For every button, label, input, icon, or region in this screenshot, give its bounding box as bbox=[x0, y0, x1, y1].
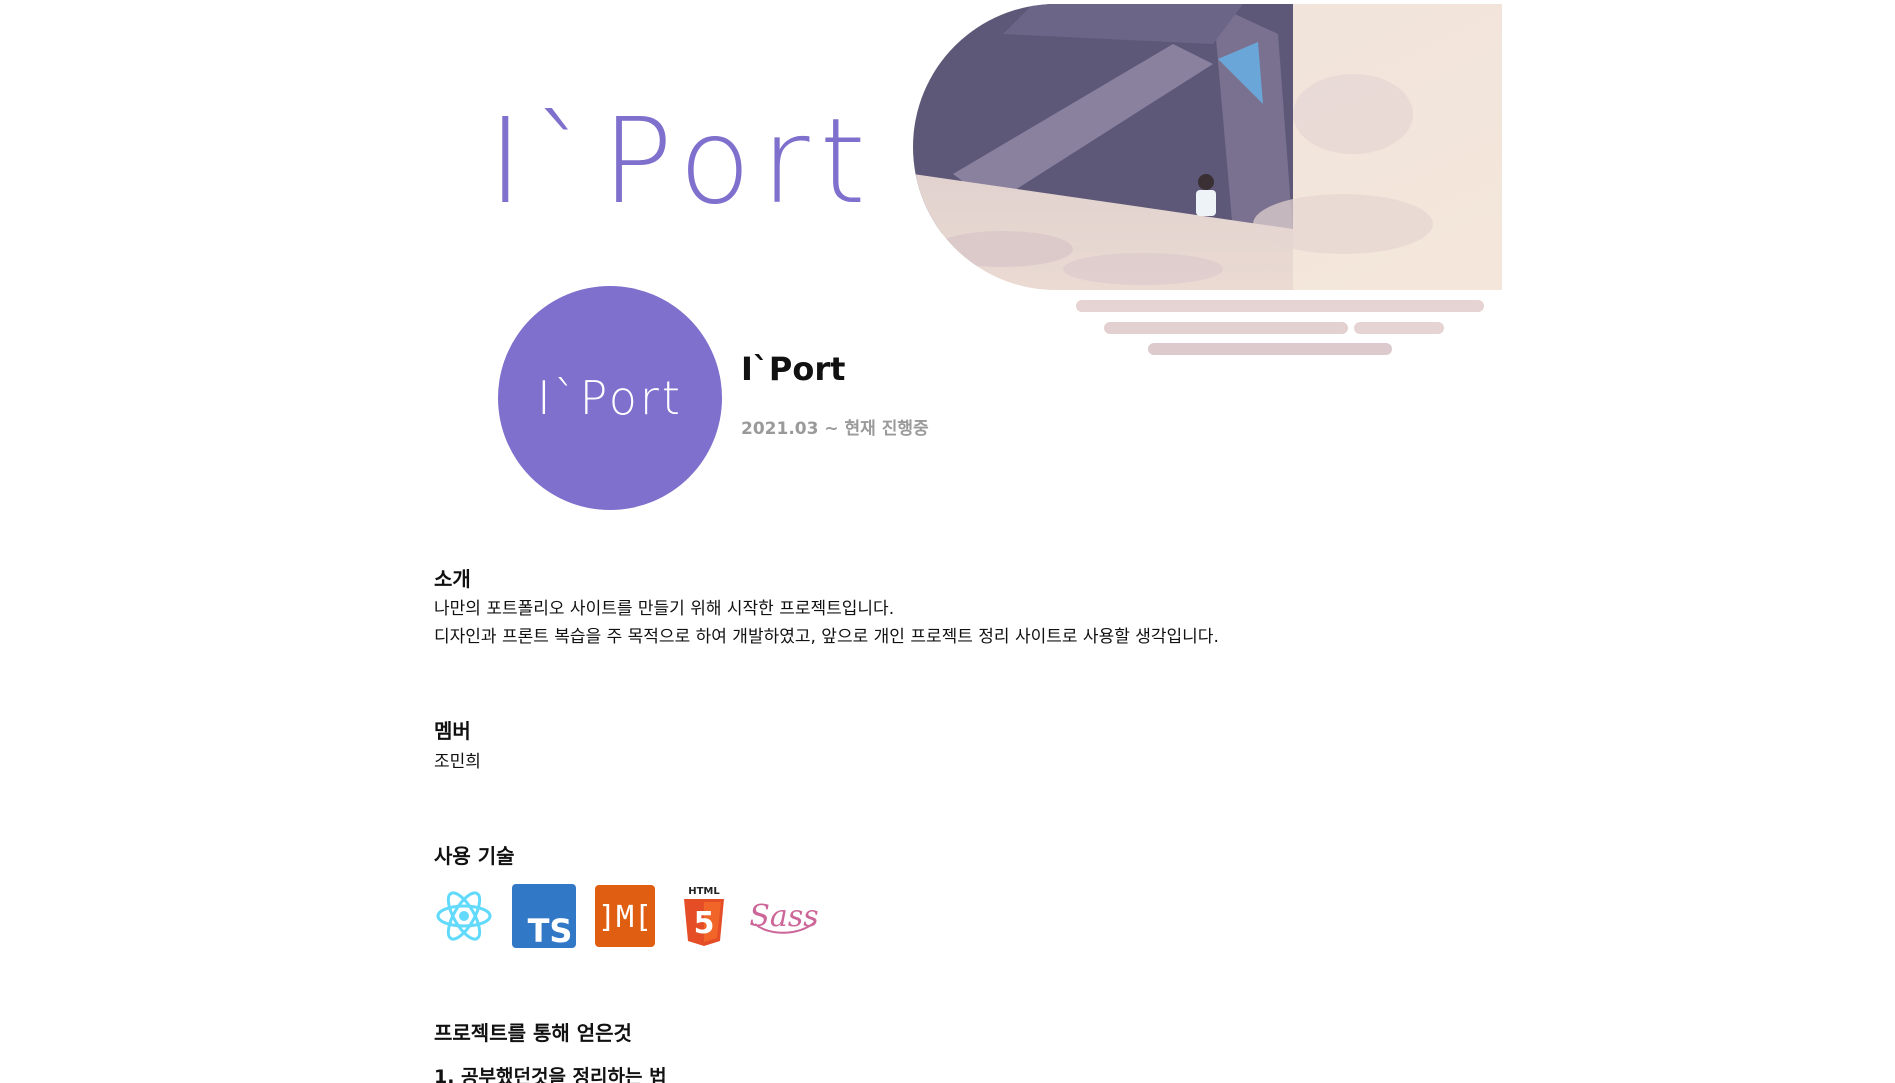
html5-icon: HTML 5 bbox=[684, 886, 724, 946]
member-names: 조민희 bbox=[434, 752, 481, 772]
typescript-icon-label: TS bbox=[528, 912, 573, 948]
tech-heading: 사용 기술 bbox=[434, 844, 515, 868]
html5-icon-label: HTML bbox=[688, 886, 720, 897]
sass-icon: Sass bbox=[749, 899, 818, 934]
project-logo-text: I`Port bbox=[537, 371, 683, 425]
project-name: I`Port bbox=[741, 350, 846, 388]
intro-heading: 소개 bbox=[434, 567, 471, 591]
project-logo: I`Port bbox=[498, 286, 722, 510]
hero-illustration bbox=[913, 4, 1502, 290]
hero-title: I`Port bbox=[488, 92, 876, 230]
decorative-lines bbox=[1076, 300, 1484, 355]
learned-heading: 프로젝트를 통해 얻은것 bbox=[434, 1021, 632, 1045]
sass-icon-label: Sass bbox=[749, 899, 818, 934]
members-heading: 멤버 bbox=[434, 719, 471, 743]
react-icon bbox=[436, 891, 492, 941]
intro-line: 나만의 포트폴리오 사이트를 만들기 위해 시작한 프로젝트입니다. bbox=[434, 599, 895, 619]
project-detail-page: I`Port I`Port I`Port 2021.03 ~ 현재 진행중 소개… bbox=[0, 0, 1895, 1083]
project-period: 2021.03 ~ 현재 진행중 bbox=[741, 419, 929, 439]
learned-item: 1. 공부했던것을 정리하는 법 bbox=[434, 1066, 667, 1083]
intro-line: 디자인과 프론트 복습을 주 목적으로 하여 개발하였고, 앞으로 개인 프로젝… bbox=[434, 627, 1219, 647]
mobx-icon-label: ]M[ bbox=[598, 900, 652, 935]
typescript-icon: TS bbox=[512, 884, 576, 948]
tech-icon-list: TS ]M[ HTML 5 Sass bbox=[434, 882, 819, 950]
html5-icon-glyph: 5 bbox=[694, 906, 715, 941]
mobx-icon: ]M[ bbox=[595, 885, 655, 947]
